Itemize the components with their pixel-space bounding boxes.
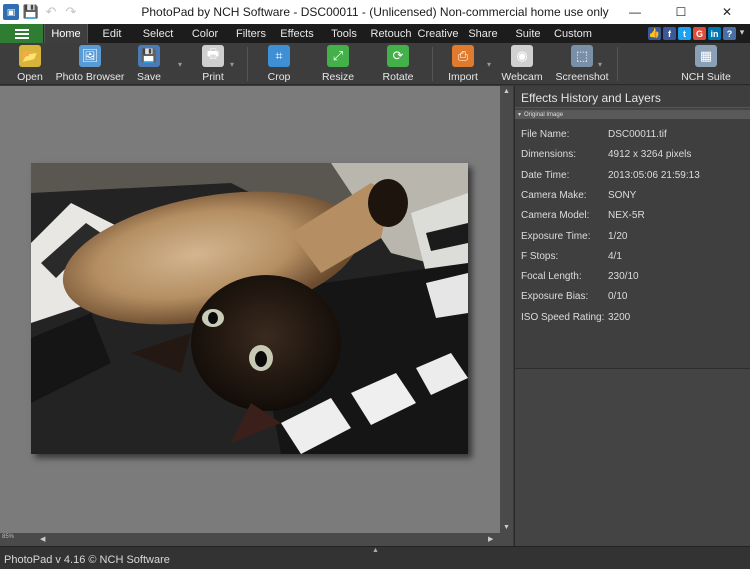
dropdown-arrow-icon[interactable]: ▾ [178, 60, 182, 69]
property-value: NEX-5R [608, 210, 645, 222]
photopad-app-icon[interactable]: ▣ [3, 4, 19, 20]
status-text: PhotoPad v 4.16 © NCH Software [4, 554, 170, 566]
property-key: Focal Length: [521, 271, 582, 283]
splitter-handle-icon[interactable]: ▲ [372, 547, 379, 554]
tool-label: Webcam [501, 71, 543, 83]
vertical-scrollbar[interactable]: ▲ ▼ [500, 86, 513, 533]
tab-custom[interactable]: Custom [550, 24, 596, 43]
layer-item-original[interactable]: ▾ Original Image [515, 110, 750, 119]
tab-color[interactable]: Color [180, 24, 230, 43]
resize-icon: ⤢ [327, 45, 349, 67]
image-canvas[interactable] [0, 86, 500, 533]
tool-label: Rotate [382, 71, 414, 83]
tool-label: Open [17, 71, 43, 83]
tool-label: Print [202, 71, 224, 83]
redo-icon[interactable]: ↷ [63, 4, 79, 20]
property-value: 1/20 [608, 230, 628, 242]
cat-photo-image [31, 163, 468, 454]
tool-label: Screenshot [555, 71, 609, 83]
property-key: File Name: [521, 129, 570, 140]
collapse-arrow-icon[interactable]: ▾ [518, 111, 521, 118]
scanner-import-icon: ⎙ [452, 45, 474, 67]
tab-tools[interactable]: Tools [322, 24, 366, 43]
dropdown-arrow-icon[interactable]: ▾ [230, 60, 234, 69]
tool-label: Import [448, 71, 478, 83]
scroll-right-arrow-icon[interactable]: ▶ [488, 535, 493, 543]
facebook-icon[interactable]: f [663, 27, 676, 40]
property-value: 230/10 [608, 271, 639, 283]
scroll-up-arrow-icon[interactable]: ▲ [500, 88, 513, 95]
property-key: Camera Make: [521, 189, 587, 201]
ribbon-tab-bar: Home Edit Select Color Filters Effects Tools Re… [0, 24, 750, 43]
toolbar-separator [617, 47, 618, 81]
save-icon[interactable]: 💾 [23, 4, 39, 20]
property-value: 0/10 [608, 291, 628, 303]
ribbon-toolbar: 📂 Open 🖼 Photo Browser 💾 Save 🖶 Print ⌗ Crop ⤢ Resi… [0, 43, 750, 85]
save-disk-icon: 💾 [138, 45, 160, 67]
hamburger-menu-icon[interactable] [0, 24, 44, 43]
maximize-button[interactable]: ☐ [658, 0, 704, 24]
scroll-left-arrow-icon[interactable]: ◀ [40, 535, 45, 543]
tab-filters[interactable]: Filters [230, 24, 272, 43]
tab-home[interactable]: Home [44, 24, 88, 43]
property-value: 4912 x 3264 pixels [608, 149, 692, 161]
tab-share[interactable]: Share [460, 24, 506, 43]
overflow-chevron-icon[interactable]: ▾ [738, 27, 746, 40]
tab-retouch[interactable]: Retouch [366, 24, 416, 43]
google-plus-icon[interactable]: G [693, 27, 706, 40]
crop-icon: ⌗ [268, 45, 290, 67]
property-key: Exposure Time: [521, 230, 591, 242]
effects-history-panel: Effects History and Layers ▾ Original Im… [514, 86, 750, 546]
dropdown-arrow-icon[interactable]: ▾ [598, 60, 602, 69]
property-value: 4/1 [608, 250, 622, 262]
property-value: 3200 [608, 311, 631, 323]
help-icon[interactable]: ? [723, 27, 736, 40]
cat-photo[interactable] [31, 163, 468, 454]
close-button[interactable]: ✕ [704, 0, 750, 24]
linkedin-icon[interactable]: in [708, 27, 721, 40]
thumbs-up-icon[interactable]: 👍 [648, 27, 661, 40]
title-bar: ▣ 💾 ↶ ↷ PhotoPad by NCH Software - DSC00… [0, 0, 750, 24]
photo-browser-icon: 🖼 [79, 45, 101, 67]
property-value: SONY [608, 189, 637, 201]
horizontal-scrollbar[interactable]: 85% ◀ ▶ [0, 533, 513, 546]
twitter-icon[interactable]: t [678, 27, 691, 40]
property-value: DSC00011.tif [608, 129, 667, 140]
printer-icon: 🖶 [202, 45, 224, 67]
tool-label: Save [137, 71, 161, 83]
panel-title: Effects History and Layers [515, 86, 750, 108]
undo-icon[interactable]: ↶ [43, 4, 59, 20]
property-key: Exposure Bias: [521, 291, 589, 303]
tool-label: NCH Suite [681, 71, 731, 83]
scroll-down-arrow-icon[interactable]: ▼ [500, 524, 513, 531]
rotate-icon: ⟳ [387, 45, 409, 67]
zoom-level[interactable]: 85% [2, 534, 14, 540]
dropdown-arrow-icon[interactable]: ▾ [487, 60, 491, 69]
tab-select[interactable]: Select [136, 24, 180, 43]
property-key: F Stops: [521, 250, 559, 262]
property-key: ISO Speed Rating: [521, 311, 605, 323]
property-key: Dimensions: [521, 149, 577, 161]
property-key: Camera Model: [521, 210, 590, 222]
property-key: Date Time: [521, 169, 570, 181]
tool-label: Resize [321, 71, 355, 83]
minimize-button[interactable]: — [612, 0, 658, 24]
toolbar-separator [247, 47, 248, 81]
tab-edit[interactable]: Edit [88, 24, 136, 43]
tool-label: Crop [267, 71, 291, 83]
webcam-icon: ◉ [511, 45, 533, 67]
tab-creative[interactable]: Creative [416, 24, 460, 43]
screenshot-icon: ⬚ [571, 45, 593, 67]
status-bar: PhotoPad v 4.16 © NCH Software ▲ [0, 546, 750, 569]
tab-effects[interactable]: Effects [272, 24, 322, 43]
nch-suite-icon: ▦ [695, 45, 717, 67]
screenshot-button[interactable]: ⬚ Screenshot [542, 45, 622, 83]
image-properties: File Name: DSC00011.tif Dimensions: 4912 x … [515, 119, 750, 369]
layer-label: Original Image [524, 111, 564, 118]
open-folder-icon: 📂 [19, 45, 41, 67]
nch-suite-button[interactable]: ▦ NCH Suite [666, 45, 746, 83]
property-value: 2013:05:06 21:59:13 [608, 169, 700, 181]
toolbar-separator [432, 47, 433, 81]
tab-suite[interactable]: Suite [506, 24, 550, 43]
